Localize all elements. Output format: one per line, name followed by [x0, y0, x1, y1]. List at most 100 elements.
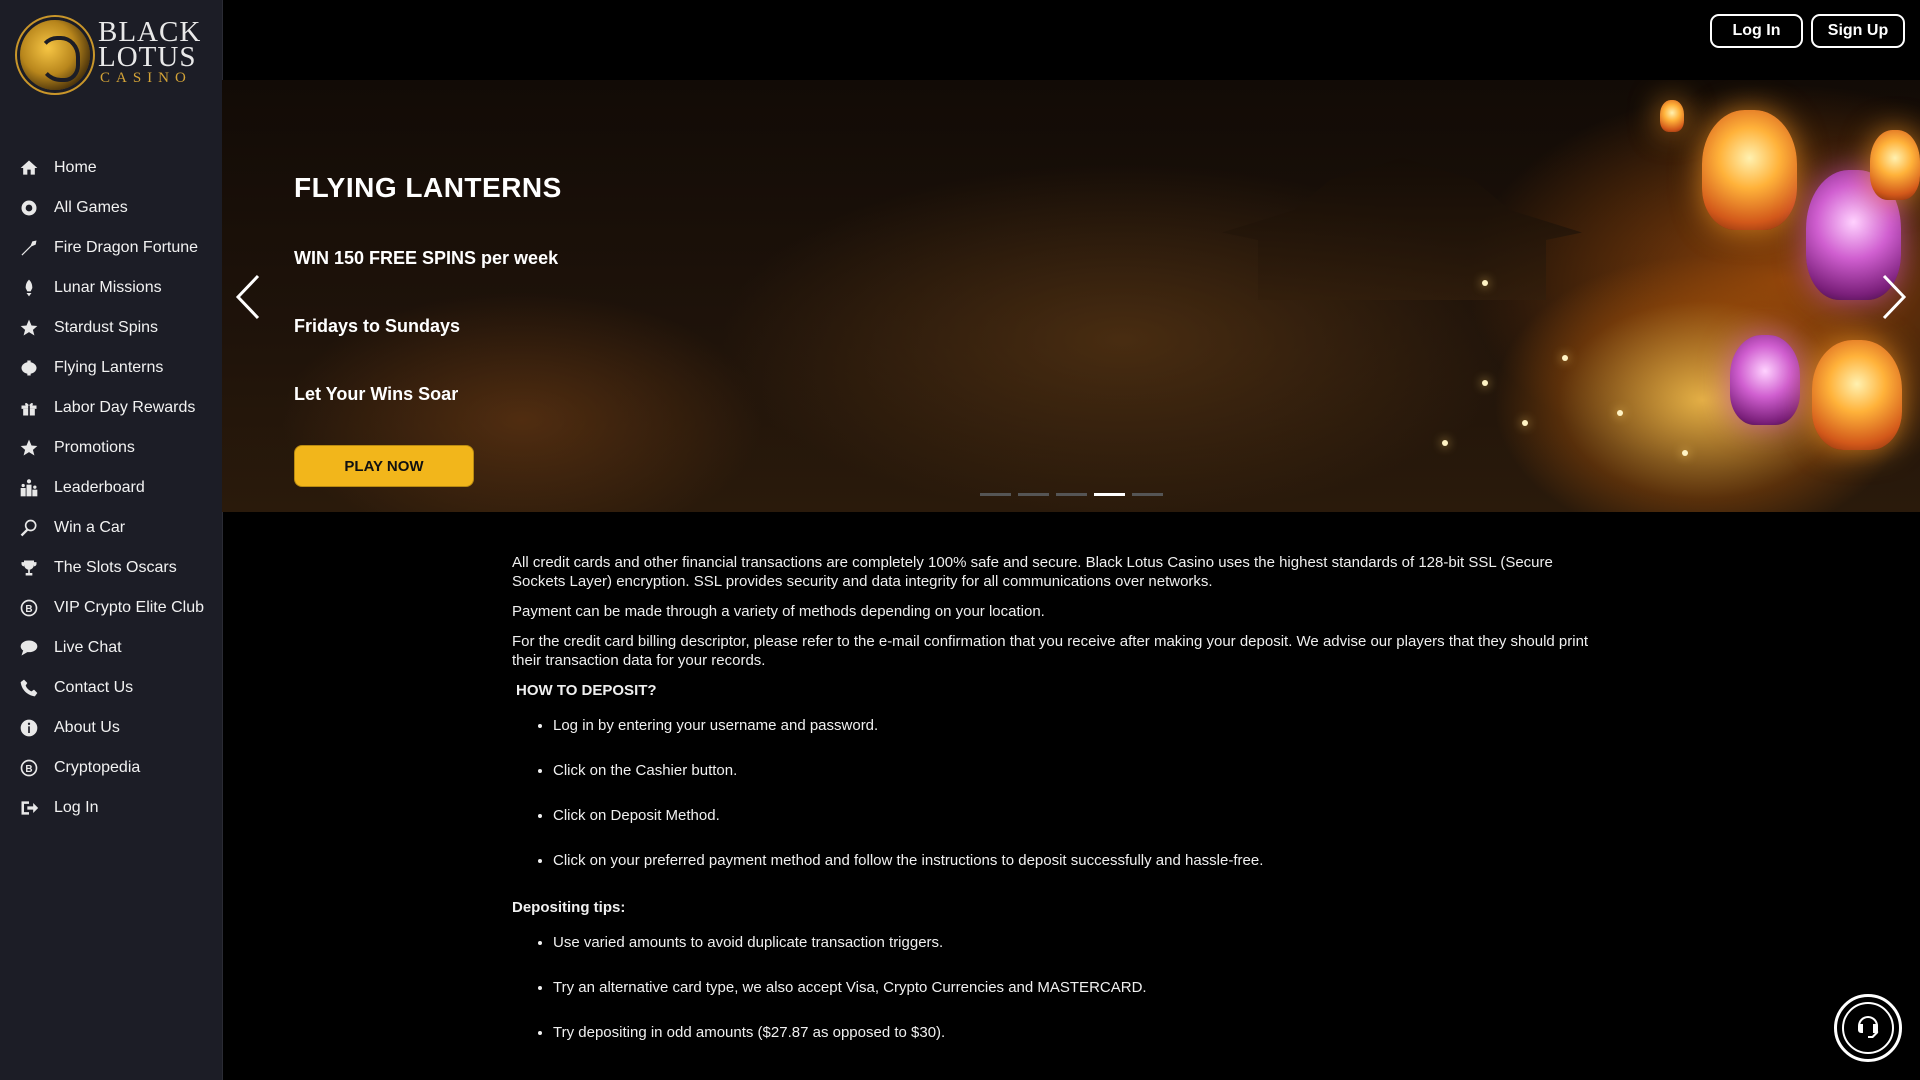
hero-banner: FLYING LANTERNS WIN 150 FREE SPINS per w…	[222, 80, 1920, 512]
svg-text:B: B	[25, 604, 32, 615]
home-icon	[18, 157, 40, 179]
lantern-image	[1870, 130, 1920, 200]
sidebar-item-label: Win a Car	[54, 519, 126, 536]
sidebar-item-label: Flying Lanterns	[54, 359, 164, 376]
sidebar-item-about-us[interactable]: About Us	[0, 708, 222, 748]
phone-icon	[18, 677, 40, 699]
list-item: Try an alternative card type, we also ac…	[553, 978, 1597, 997]
hero-line-2: Fridays to Sundays	[294, 316, 461, 336]
gift-icon	[18, 397, 40, 419]
sidebar-item-label: Cryptopedia	[54, 759, 141, 776]
carousel-dot[interactable]	[1094, 493, 1125, 496]
how-to-deposit-heading: HOW TO DEPOSIT?	[516, 682, 657, 699]
list-item: Try depositing in odd amounts ($27.87 as…	[553, 1023, 1597, 1042]
star-icon	[18, 317, 40, 339]
sidebar-item-leaderboard[interactable]: Leaderboard	[0, 468, 222, 508]
support-agent-icon	[1842, 1002, 1894, 1054]
sidebar-item-cryptopedia[interactable]: B Cryptopedia	[0, 748, 222, 788]
sidebar-item-label: Log In	[54, 799, 99, 816]
sidebar-item-label: Stardust Spins	[54, 319, 159, 336]
list-item: Use varied amounts to avoid duplicate tr…	[553, 933, 1597, 952]
brand-line-2: LOTUS	[98, 41, 197, 73]
carousel-next-arrow-icon[interactable]	[1880, 272, 1910, 322]
spark	[1682, 450, 1688, 456]
games-icon	[18, 197, 40, 219]
billing-descriptor-paragraph: For the credit card billing descriptor, …	[512, 633, 1589, 669]
sidebar-item-label: Contact Us	[54, 679, 134, 696]
sidebar-item-log-in[interactable]: Log In	[0, 788, 222, 828]
carousel-dot[interactable]	[1132, 493, 1163, 496]
sidebar-item-label: Labor Day Rewards	[54, 399, 196, 416]
spark	[1482, 380, 1488, 386]
login-button[interactable]: Log In	[1710, 14, 1803, 48]
sidebar-item-labor-day-rewards[interactable]: Labor Day Rewards	[0, 388, 222, 428]
list-item: Click on Deposit Method.	[553, 806, 1597, 825]
bitcoin-icon: B	[18, 757, 40, 779]
spark	[1482, 280, 1488, 286]
sidebar-item-lunar-missions[interactable]: Lunar Missions	[0, 268, 222, 308]
list-item: Log in by entering your username and pas…	[553, 716, 1597, 735]
carousel-prev-arrow-icon[interactable]	[232, 272, 262, 322]
info-icon	[18, 717, 40, 739]
play-now-button[interactable]: PLAY NOW	[295, 446, 473, 486]
spark	[1562, 355, 1568, 361]
list-item: Click on your preferred payment method a…	[553, 851, 1597, 870]
sidebar-nav: Home All Games Fire Dragon Fortune Lunar…	[0, 148, 222, 828]
sidebar-item-flying-lanterns[interactable]: Flying Lanterns	[0, 348, 222, 388]
sidebar-item-label: Lunar Missions	[54, 279, 162, 296]
sidebar-item-promotions[interactable]: Promotions	[0, 428, 222, 468]
deposit-info: All credit cards and other financial tra…	[512, 553, 1597, 1070]
hero-text: FLYING LANTERNS WIN 150 FREE SPINS per w…	[294, 172, 562, 452]
depositing-tips-list: Use varied amounts to avoid duplicate tr…	[512, 933, 1597, 1042]
hero-line-1: WIN 150 FREE SPINS per week	[294, 248, 559, 268]
sidebar-item-stardust-spins[interactable]: Stardust Spins	[0, 308, 222, 348]
lantern-image	[1702, 110, 1797, 230]
sidebar-item-label: Leaderboard	[54, 479, 145, 496]
sidebar-item-live-chat[interactable]: Live Chat	[0, 628, 222, 668]
car-icon	[18, 517, 40, 539]
depositing-tips-heading: Depositing tips:	[512, 899, 626, 916]
sidebar-item-label: Live Chat	[54, 639, 122, 656]
hero-title: FLYING LANTERNS	[294, 172, 562, 203]
signup-button[interactable]: Sign Up	[1811, 14, 1905, 48]
carousel-dot[interactable]	[1056, 493, 1087, 496]
star-icon	[18, 437, 40, 459]
sidebar-item-label: All Games	[54, 199, 128, 216]
sidebar-item-label: The Slots Oscars	[54, 559, 177, 576]
brand-logo[interactable]: BLACK LOTUS CASINO	[20, 18, 200, 92]
payment-methods-paragraph: Payment can be made through a variety of…	[512, 603, 1045, 620]
sidebar-item-the-slots-oscars[interactable]: The Slots Oscars	[0, 548, 222, 588]
svg-text:B: B	[25, 764, 32, 775]
sidebar-item-label: Home	[54, 159, 97, 176]
sidebar-item-fire-dragon-fortune[interactable]: Fire Dragon Fortune	[0, 228, 222, 268]
carousel-dot[interactable]	[1018, 493, 1049, 496]
brand-line-3: CASINO	[100, 70, 192, 86]
sidebar-item-vip-crypto-elite-club[interactable]: B VIP Crypto Elite Club	[0, 588, 222, 628]
trophy-icon	[18, 557, 40, 579]
sidebar-item-win-a-car[interactable]: Win a Car	[0, 508, 222, 548]
hero-line-3: Let Your Wins Soar	[294, 384, 459, 404]
chat-icon	[18, 637, 40, 659]
temple-silhouette	[1222, 157, 1582, 300]
sidebar-item-all-games[interactable]: All Games	[0, 188, 222, 228]
sidebar-item-label: Promotions	[54, 439, 135, 456]
sidebar-item-home[interactable]: Home	[0, 148, 222, 188]
list-item: Click on the Cashier button.	[553, 761, 1597, 780]
sidebar-item-label: VIP Crypto Elite Club	[54, 599, 204, 616]
dragon-icon	[18, 237, 40, 259]
spark	[1442, 440, 1448, 446]
login-icon	[18, 797, 40, 819]
sidebar-item-contact-us[interactable]: Contact Us	[0, 668, 222, 708]
spark	[1617, 410, 1623, 416]
bitcoin-icon: B	[18, 597, 40, 619]
lantern-icon	[18, 357, 40, 379]
sidebar: BLACK LOTUS CASINO Home All Games Fire D…	[0, 0, 223, 1080]
sidebar-item-label: Fire Dragon Fortune	[54, 239, 199, 256]
carousel-dot[interactable]	[980, 493, 1011, 496]
leaderboard-icon	[18, 477, 40, 499]
brand-wordmark: BLACK LOTUS CASINO	[98, 18, 201, 87]
carousel-indicators	[980, 493, 1163, 496]
lantern-image	[1730, 335, 1800, 425]
lantern-image	[1812, 340, 1902, 450]
live-chat-button[interactable]	[1834, 994, 1902, 1062]
